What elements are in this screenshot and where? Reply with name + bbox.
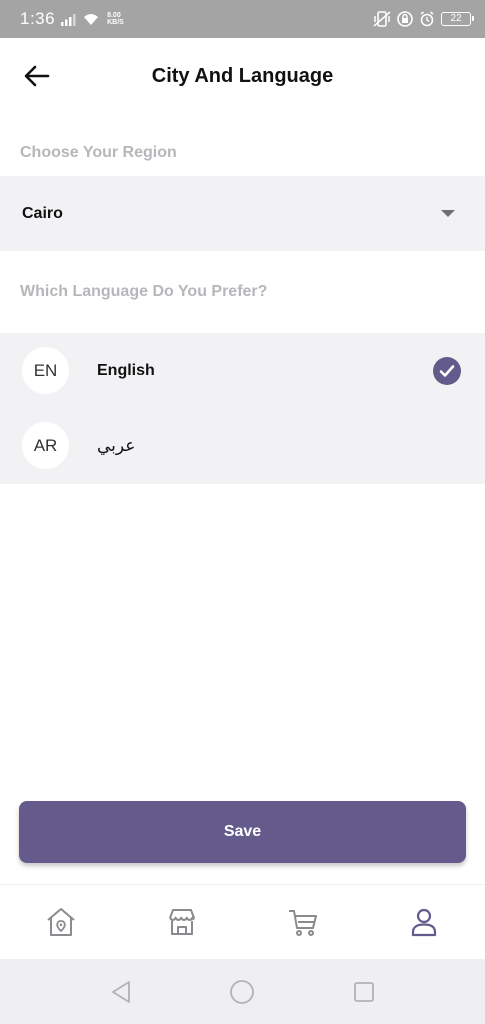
bottom-nav [0,884,485,959]
system-nav-bar [0,959,485,1024]
net-speed: 8.00 KB/S [107,12,124,26]
system-home-button[interactable] [226,976,258,1008]
system-recents-button[interactable] [348,976,380,1008]
language-code-badge: AR [22,422,69,469]
net-speed-unit: KB/S [107,19,124,26]
battery-indicator: 22 [441,12,474,26]
profile-icon [412,908,437,937]
arrow-left-icon [24,65,50,87]
language-code-badge: EN [22,347,69,394]
language-section-label: Which Language Do You Prefer? [20,283,268,300]
region-selected-value: Cairo [22,204,63,222]
lock-icon [397,11,413,27]
region-section-label: Choose Your Region [20,144,177,161]
check-icon [433,357,461,385]
language-option-english[interactable]: EN English [0,333,485,408]
store-icon [168,909,195,935]
region-dropdown[interactable]: Cairo [0,176,485,251]
signal-icon [61,13,76,26]
nav-item-home[interactable] [0,885,121,959]
cart-icon [289,910,318,936]
net-speed-value: 8.00 [107,12,121,19]
nav-item-profile[interactable] [364,885,485,959]
back-button[interactable] [22,62,52,90]
language-list: EN English AR عربي [0,333,485,484]
page-title: City And Language [151,64,334,87]
square-recents-icon [354,981,375,1002]
language-option-arabic[interactable]: AR عربي [0,408,485,483]
chevron-down-icon [441,210,455,217]
home-icon [46,908,75,936]
app-header: City And Language [0,38,485,114]
vibrate-icon [373,11,391,27]
save-button[interactable]: Save [19,801,466,863]
language-name: English [97,361,155,379]
alarm-icon [420,11,434,27]
status-time: 1:36 [20,9,56,28]
wifi-icon [84,13,99,25]
triangle-back-icon [111,980,130,1003]
system-back-button[interactable] [105,976,137,1008]
nav-item-store[interactable] [121,885,242,959]
status-bar: 1:36 8.00 KB/S 22 [0,0,485,38]
nav-item-cart[interactable] [243,885,364,959]
language-name: عربي [97,435,136,455]
circle-home-icon [230,979,255,1004]
